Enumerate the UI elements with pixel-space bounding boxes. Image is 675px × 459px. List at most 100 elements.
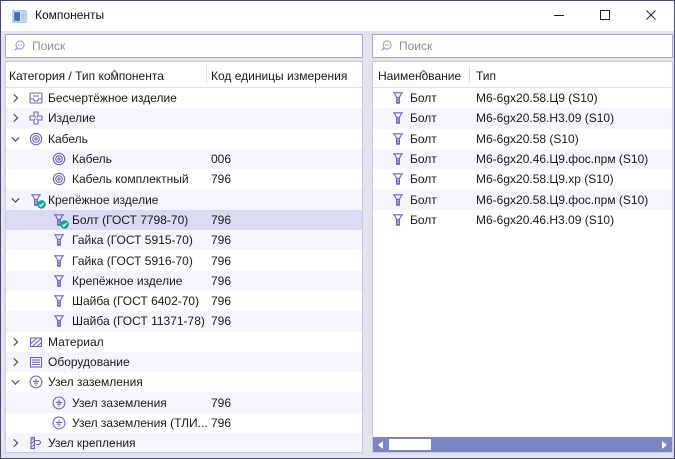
ground-icon	[28, 374, 44, 390]
unit-code-value: 796	[211, 314, 232, 329]
tree-row-label: Узел заземления (ТЛИ...	[72, 415, 208, 430]
scroll-left-icon[interactable]	[378, 440, 383, 449]
bolt-icon	[51, 212, 69, 229]
component-name: Болт	[410, 152, 437, 167]
tree-row-label: Крепёжное изделие	[48, 192, 159, 207]
column-header-name[interactable]: Наименование	[378, 69, 461, 83]
chevron-right-icon[interactable]	[10, 93, 21, 104]
component-type: М6-6gx20.58.Н3.09 (S10)	[476, 111, 615, 126]
component-row[interactable]: Болт М6-6gx20.58.Ц9 (S10)	[373, 88, 672, 108]
check-badge-icon	[37, 199, 46, 209]
cable-icon	[51, 151, 67, 167]
unit-code-value: 796	[211, 172, 232, 187]
tree-row[interactable]: Узел крепления	[6, 433, 362, 452]
tree-row-label: Изделие	[48, 111, 96, 126]
tree-row[interactable]: Шайба (ГОСТ 11371-78) 796	[6, 311, 362, 332]
tree-row-label: Кабель	[72, 152, 112, 167]
chevron-right-icon[interactable]	[10, 113, 21, 124]
unit-code-value: 796	[211, 212, 232, 227]
tree-row-label: Узел заземления	[72, 395, 167, 410]
unit-code-value: 796	[211, 415, 232, 430]
component-search-input[interactable]: Поиск	[372, 34, 673, 58]
tree-row[interactable]: Бесчертёжное изделие	[6, 88, 362, 108]
titlebar: Компоненты	[1, 1, 674, 31]
component-type: М6-6gx20.58.Ц9.хр (S10)	[476, 172, 614, 187]
tree-row[interactable]: Гайка (ГОСТ 5916-70) 796	[6, 250, 362, 270]
category-search-input[interactable]: Поиск	[5, 34, 363, 58]
column-divider[interactable]	[469, 66, 470, 83]
mount-icon	[28, 435, 44, 451]
chevron-down-icon[interactable]	[10, 133, 21, 144]
tree-row[interactable]: Изделие	[6, 108, 362, 129]
component-row[interactable]: Болт М6-6gx20.58 (S10)	[373, 129, 672, 149]
tree-row-label: Шайба (ГОСТ 11371-78)	[72, 314, 205, 329]
component-row[interactable]: Болт М6-6gx20.58.Ц9.хр (S10)	[373, 169, 672, 189]
tree-row-label: Кабель	[48, 131, 88, 146]
bolt-icon	[390, 192, 406, 208]
tree-row-label: Оборудование	[48, 355, 130, 369]
maximize-icon	[600, 9, 610, 23]
component-row[interactable]: Болт М6-6gx20.58.Н3.09 (S10)	[373, 108, 672, 129]
component-name: Болт	[410, 192, 437, 207]
chevron-down-icon[interactable]	[10, 377, 21, 388]
horizontal-scrollbar[interactable]	[373, 437, 672, 452]
chevron-right-icon[interactable]	[10, 438, 21, 449]
bolt-icon	[51, 253, 67, 269]
product-icon	[28, 110, 44, 126]
scroll-right-icon[interactable]	[662, 440, 667, 449]
component-name: Болт	[410, 111, 437, 126]
bolt-icon	[390, 131, 406, 147]
tree-row-label: Узел крепления	[48, 436, 136, 451]
unit-code-value: 796	[211, 233, 232, 248]
tree-row[interactable]: Кабель 006	[6, 148, 362, 170]
tree-row[interactable]: Кабель	[6, 129, 362, 149]
maximize-button[interactable]	[582, 1, 628, 30]
search-placeholder: Поиск	[399, 39, 433, 53]
bolt-icon	[390, 151, 406, 167]
component-name: Болт	[410, 172, 437, 187]
column-header-category[interactable]: Категория / Тип компонента	[9, 69, 164, 83]
tree-row-label: Шайба (ГОСТ 6402-70)	[72, 294, 200, 309]
bolt-icon	[51, 293, 67, 309]
chevron-down-icon[interactable]	[10, 194, 21, 205]
tree-row-label: Кабель комплектный	[72, 172, 189, 187]
tree-row[interactable]: Шайба (ГОСТ 6402-70) 796	[6, 291, 362, 311]
tree-row-label: Крепёжное изделие	[72, 273, 183, 288]
component-type: М6-6gx20.58.Ц9 (S10)	[476, 91, 598, 106]
tree-row[interactable]: Оборудование	[6, 351, 362, 373]
scrollbar-thumb[interactable]	[389, 439, 431, 450]
minimize-button[interactable]	[536, 1, 582, 30]
chevron-right-icon[interactable]	[10, 357, 21, 368]
bolt-icon	[390, 110, 406, 126]
tree-row[interactable]: Узел заземления	[6, 372, 362, 392]
tree-row[interactable]: Гайка (ГОСТ 5915-70) 796	[6, 230, 362, 251]
bolt-icon	[51, 273, 67, 289]
tree-row-label: Узел заземления	[48, 375, 143, 390]
tree-row[interactable]: Крепёжное изделие 796	[6, 270, 362, 291]
tree-row-label: Гайка (ГОСТ 5915-70)	[72, 233, 193, 248]
tree-row[interactable]: Узел заземления (ТЛИ... 796	[6, 413, 362, 433]
component-row[interactable]: Болт М6-6gx20.58.Ц9.фос.прм (S10)	[373, 189, 672, 210]
tree-row[interactable]: Узел заземления 796	[6, 392, 362, 413]
components-window: Компоненты Поиск Категория / Тип компоне…	[0, 0, 675, 459]
component-row[interactable]: Болт М6-6gx20.46.Ц9.фос.прм (S10)	[373, 148, 672, 170]
column-header-type[interactable]: Тип	[476, 69, 496, 83]
column-divider[interactable]	[206, 66, 207, 83]
close-button[interactable]	[628, 1, 674, 30]
component-row[interactable]: Болт М6-6gx20.46.Н3.09 (S10)	[373, 210, 672, 230]
component-table: Наименование Тип Болт М6-6gx20.58.Ц9 (S10…	[372, 61, 673, 453]
tree-row[interactable]: Болт (ГОСТ 7798-70) 796	[6, 209, 362, 231]
chevron-right-icon[interactable]	[10, 336, 21, 347]
component-name: Болт	[410, 91, 437, 106]
tree-row[interactable]: Крепёжное изделие	[6, 189, 362, 210]
noprint-product-icon	[28, 90, 44, 106]
component-table-header: Наименование Тип	[373, 62, 672, 88]
ground-icon	[51, 395, 67, 411]
category-tree-body: Бесчертёжное изделие Изделие Кабель Кабель 0…	[6, 88, 362, 452]
unit-code-value: 796	[211, 294, 232, 309]
tree-row[interactable]: Кабель комплектный 796	[6, 169, 362, 189]
category-table: Категория / Тип компонента Код единицы и…	[5, 61, 363, 453]
tree-row[interactable]: Материал	[6, 332, 362, 352]
bolt-icon	[28, 192, 46, 209]
column-header-unit-code[interactable]: Код единицы измерения	[211, 69, 347, 83]
